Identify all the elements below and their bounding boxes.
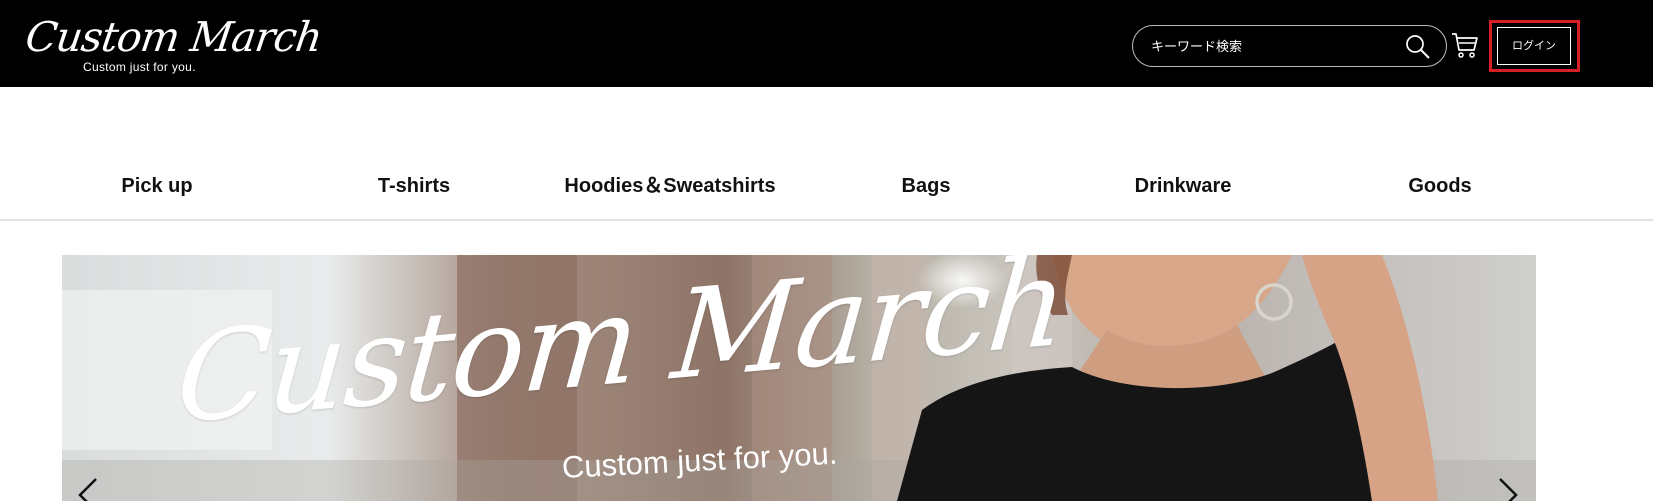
logo-tagline: Custom just for you. [83, 60, 196, 74]
nav-item-drinkware[interactable]: Drinkware [1135, 174, 1232, 198]
search-icon[interactable] [1405, 34, 1431, 60]
search-box [1132, 25, 1447, 67]
nav-item-t-shirts[interactable]: T-shirts [378, 174, 450, 198]
nav-item-pick-up[interactable]: Pick up [121, 174, 192, 198]
site-logo[interactable]: Custom March Custom just for you. [23, 13, 325, 76]
logo-title: Custom March [22, 13, 325, 61]
nav-item-goods[interactable]: Goods [1408, 174, 1471, 198]
login-button[interactable]: ログイン [1497, 27, 1571, 65]
category-nav: Pick up T-shirts Hoodies＆Sweatshirts Bag… [0, 87, 1653, 221]
chevron-right-icon[interactable] [1494, 475, 1524, 501]
nav-item-bags[interactable]: Bags [902, 174, 951, 198]
nav-item-hoodies-sweatshirts[interactable]: Hoodies＆Sweatshirts [564, 174, 775, 198]
site-header: Custom March Custom just for you. ログイン [0, 0, 1653, 87]
search-input[interactable] [1149, 35, 1389, 59]
chevron-left-icon[interactable] [72, 475, 102, 501]
hero-banner[interactable]: Custom March Custom just for you. [62, 255, 1536, 501]
cart-icon[interactable] [1451, 31, 1479, 59]
